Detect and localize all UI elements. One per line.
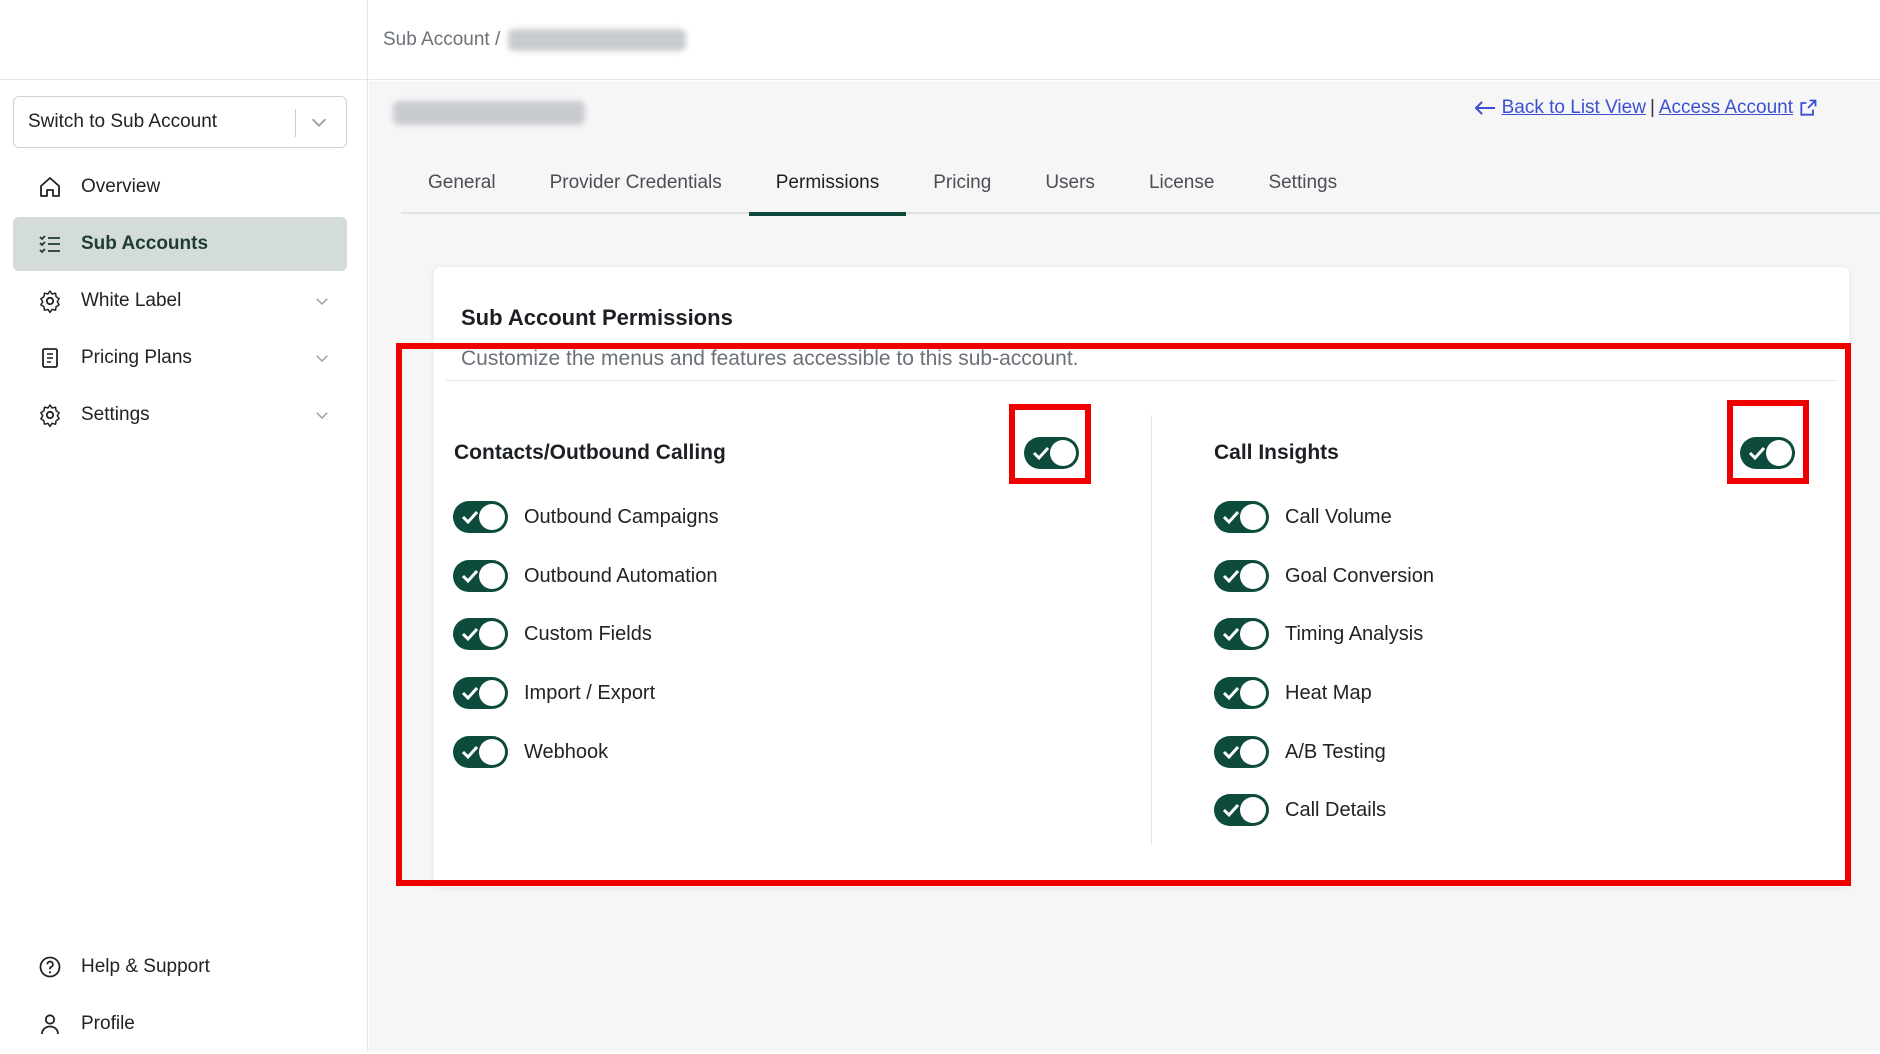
highlight-box-contacts-toggle — [1009, 404, 1091, 484]
user-icon — [37, 1011, 63, 1037]
breadcrumb: Sub Account / — [369, 0, 1880, 80]
access-account-link[interactable]: Access Account — [1659, 97, 1793, 119]
tab-permissions[interactable]: Permissions — [748, 151, 907, 216]
sidebar-logo-area — [0, 0, 367, 80]
sidebar-item-help-support[interactable]: Help & Support — [13, 940, 347, 994]
switch-sub-account-select[interactable]: Switch to Sub Account — [13, 96, 347, 148]
gear-icon — [37, 402, 63, 428]
sidebar-item-label: Overview — [81, 176, 161, 197]
sidebar-item-pricing-plans[interactable]: Pricing Plans — [13, 331, 347, 385]
sidebar-bottom-nav: Help & Support Profile — [13, 940, 347, 1054]
external-link-icon — [1800, 99, 1817, 116]
checklist-icon — [37, 231, 63, 257]
sidebar-item-label: Pricing Plans — [81, 347, 192, 368]
tab-pricing[interactable]: Pricing — [906, 151, 1018, 214]
back-to-list-link[interactable]: Back to List View — [1502, 97, 1646, 119]
sidebar-item-label: White Label — [81, 290, 182, 311]
tab-users[interactable]: Users — [1018, 151, 1122, 214]
breadcrumb-root[interactable]: Sub Account / — [383, 29, 500, 51]
gear-icon — [37, 288, 63, 314]
sidebar-item-white-label[interactable]: White Label — [13, 274, 347, 328]
sidebar-item-label: Profile — [81, 1013, 135, 1034]
chevron-down-icon — [316, 298, 328, 306]
switch-select-label: Switch to Sub Account — [28, 111, 218, 132]
sidebar: Switch to Sub Account Overview Sub Accou… — [0, 0, 368, 1051]
sidebar-item-overview[interactable]: Overview — [13, 160, 347, 214]
header-links: Back to List View | Access Account — [1474, 97, 1818, 119]
sidebar-item-label: Sub Accounts — [81, 233, 209, 254]
tab-settings[interactable]: Settings — [1241, 151, 1364, 214]
chevron-down-icon — [311, 118, 327, 127]
home-icon — [37, 174, 63, 200]
help-icon — [37, 954, 63, 980]
tab-license[interactable]: License — [1122, 151, 1242, 214]
sidebar-item-profile[interactable]: Profile — [13, 997, 347, 1051]
highlight-box-permissions — [396, 343, 1851, 886]
tab-bar: General Provider Credentials Permissions… — [401, 151, 1880, 216]
sidebar-item-settings[interactable]: Settings — [13, 388, 347, 442]
arrow-left-icon — [1474, 101, 1495, 115]
document-icon — [37, 345, 63, 371]
breadcrumb-account-name-redacted — [508, 28, 687, 51]
sidebar-item-label: Help & Support — [81, 956, 210, 977]
tab-general[interactable]: General — [401, 151, 523, 214]
sidebar-item-label: Settings — [81, 404, 150, 425]
sidebar-nav: Overview Sub Accounts White Label Pricin… — [13, 160, 347, 445]
tab-provider-credentials[interactable]: Provider Credentials — [523, 151, 749, 214]
chevron-down-icon — [316, 412, 328, 420]
account-name-redacted — [393, 101, 585, 125]
sidebar-item-sub-accounts[interactable]: Sub Accounts — [13, 217, 347, 271]
card-title: Sub Account Permissions — [461, 305, 733, 330]
highlight-box-insights-toggle — [1727, 400, 1809, 484]
select-separator — [295, 109, 296, 137]
link-separator: | — [1649, 97, 1655, 118]
chevron-down-icon — [316, 355, 328, 363]
